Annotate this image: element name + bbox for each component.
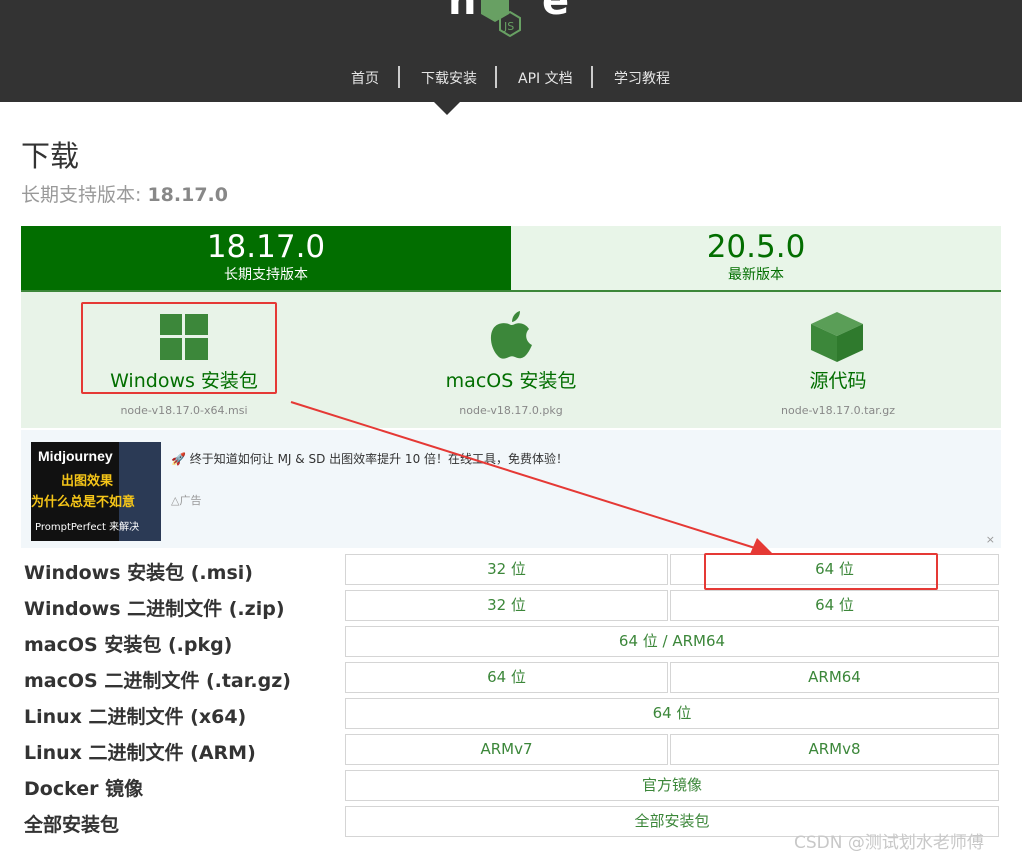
annotation-arrow bbox=[290, 401, 772, 554]
watermark: CSDN @测试划水老师傅 bbox=[794, 833, 984, 853]
